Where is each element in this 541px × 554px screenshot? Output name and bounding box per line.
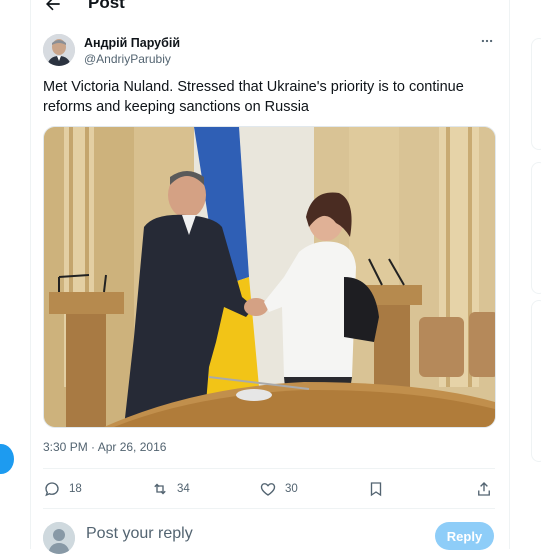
author-avatar-image: [43, 34, 75, 66]
author-name[interactable]: Андрій Парубій: [84, 36, 180, 50]
divider: [43, 508, 495, 509]
more-options-icon[interactable]: [480, 34, 494, 48]
author-avatar[interactable]: [43, 34, 75, 66]
repost-action[interactable]: 34: [151, 478, 190, 500]
action-bar: 18 34 30: [43, 478, 495, 500]
like-action[interactable]: 30: [259, 478, 298, 500]
right-sidebar-card: [531, 162, 541, 294]
bookmark-action[interactable]: [367, 478, 385, 500]
tweet-text: Met Victoria Nuland. Stressed that Ukrai…: [43, 79, 464, 115]
repost-icon: [154, 483, 166, 495]
heart-icon: [260, 483, 276, 496]
left-sidebar-edge: [0, 0, 30, 549]
tweet-timestamp[interactable]: 3:30 PM · Apr 26, 2016: [43, 440, 166, 454]
divider: [43, 468, 495, 469]
reply-count: 18: [69, 483, 82, 495]
reply-action[interactable]: 18: [43, 478, 82, 500]
reply-icon: [45, 482, 59, 497]
default-avatar-icon: [43, 522, 75, 554]
reply-input[interactable]: Post your reply: [86, 525, 193, 543]
like-count: 30: [285, 483, 298, 495]
page-title: Post: [88, 0, 125, 12]
user-avatar[interactable]: [43, 522, 75, 554]
right-sidebar-card: [531, 38, 541, 150]
compose-button-edge[interactable]: [0, 444, 14, 474]
tweet-photo[interactable]: [43, 126, 496, 428]
bookmark-icon: [370, 482, 382, 497]
page-header: Post: [31, 0, 509, 16]
back-arrow-icon[interactable]: [43, 0, 63, 14]
repost-count: 34: [177, 483, 190, 495]
tweet-photo-image: [44, 127, 495, 427]
reply-button[interactable]: Reply: [435, 522, 494, 550]
share-action[interactable]: [475, 478, 493, 500]
share-icon: [478, 482, 490, 496]
right-sidebar-card: [531, 300, 541, 462]
author-handle[interactable]: @AndriyParubiy: [84, 52, 171, 66]
post-column: Post Андрій Парубій @AndriyParubiy Met V…: [30, 0, 510, 554]
